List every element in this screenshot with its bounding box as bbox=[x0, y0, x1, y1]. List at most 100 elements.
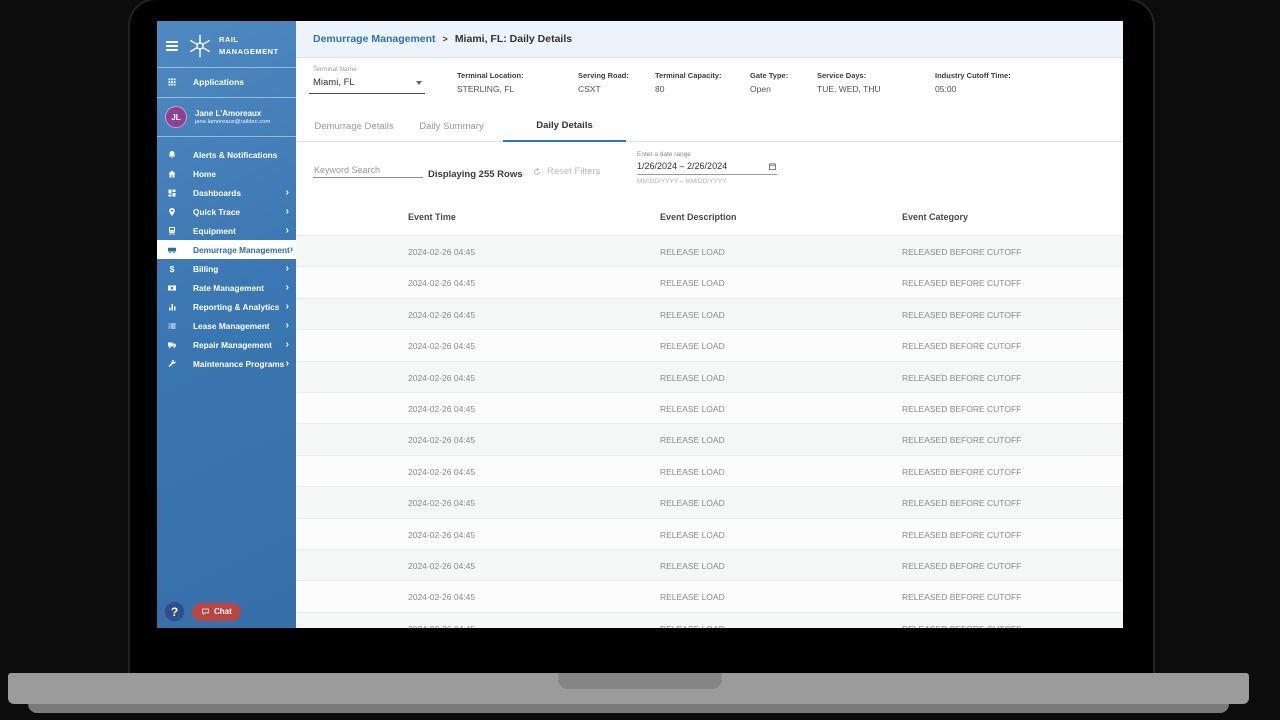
sidebar-item[interactable]: Alerts & Notifications › bbox=[157, 145, 296, 164]
sidebar-item[interactable]: Lease Management › bbox=[157, 316, 296, 335]
column-header-event-category: Event Category bbox=[902, 212, 969, 222]
table-row[interactable]: 2024-02-26 04:45 RELEASE LOAD RELEASED B… bbox=[296, 611, 1123, 628]
table-row[interactable]: 2024-02-26 04:45 RELEASE LOAD RELEASED B… bbox=[296, 548, 1123, 581]
event-category-cell: RELEASED BEFORE CUTOFF bbox=[902, 435, 1022, 446]
sidebar-item[interactable]: Maintenance Programs › bbox=[157, 354, 296, 373]
event-description-cell: RELEASE LOAD bbox=[660, 403, 725, 414]
sidebar-item-label: Reporting & Analytics bbox=[193, 301, 280, 312]
table-row[interactable]: 2024-02-26 04:45 RELEASE LOAD RELEASED B… bbox=[296, 517, 1123, 549]
terminal-field-label: Service Days: bbox=[817, 71, 867, 80]
user-profile[interactable]: JL Jane L'Amoreaux jane.lamoreaux@railde… bbox=[157, 98, 296, 136]
hamburger-menu-icon[interactable] bbox=[166, 39, 178, 53]
chevron-right-icon: › bbox=[285, 319, 289, 331]
breadcrumb-parent-link[interactable]: Demurrage Management bbox=[313, 33, 436, 45]
table-row[interactable]: 2024-02-26 04:45 RELEASE LOAD RELEASED B… bbox=[296, 423, 1123, 455]
sidebar-item[interactable]: Quick Trace › bbox=[157, 202, 296, 221]
event-description-cell: RELEASE LOAD bbox=[660, 309, 725, 320]
calendar-icon[interactable] bbox=[768, 162, 777, 171]
event-category-cell: RELEASED BEFORE CUTOFF bbox=[902, 498, 1022, 509]
table-row[interactable]: 2024-02-26 04:45 RELEASE LOAD RELEASED B… bbox=[296, 486, 1123, 518]
sidebar-item-applications[interactable]: Applications bbox=[157, 68, 296, 97]
terminal-name-value: Miami, FL bbox=[313, 77, 355, 88]
event-description-cell: RELEASE LOAD bbox=[660, 247, 725, 257]
dropdown-caret-icon bbox=[416, 80, 422, 85]
event-description-cell: RELEASE LOAD bbox=[660, 372, 725, 383]
chat-button[interactable]: Chat bbox=[192, 602, 241, 621]
list-icon bbox=[167, 321, 177, 331]
tab-label: Daily Summary bbox=[419, 120, 484, 132]
wrench-icon bbox=[167, 359, 177, 369]
banknote-icon bbox=[167, 283, 177, 293]
column-header-event-time: Event Time bbox=[408, 212, 456, 222]
sidebar-item[interactable]: Repair Management › bbox=[157, 335, 296, 354]
date-range-field: Enter a date range 1/26/2024 – 2/26/2024… bbox=[637, 151, 777, 185]
table-row[interactable]: 2024-02-26 04:45 RELEASE LOAD RELEASED B… bbox=[296, 454, 1123, 487]
help-button[interactable]: ? bbox=[164, 601, 185, 622]
event-category-cell: RELEASED BEFORE CUTOFF bbox=[902, 278, 1022, 289]
terminal-name-select[interactable]: Terminal Name Miami, FL bbox=[309, 66, 425, 94]
sidebar-item-label: Demurrage Management bbox=[193, 244, 290, 255]
truck-icon bbox=[167, 340, 177, 350]
reset-filters-label: Reset Filters bbox=[547, 166, 601, 177]
table-row[interactable]: 2024-02-26 04:45 RELEASE LOAD RELEASED B… bbox=[296, 391, 1123, 424]
table-row[interactable]: 2024-02-26 04:45 RELEASE LOAD RELEASED B… bbox=[296, 580, 1123, 612]
terminal-field-value: TUE, WED, THU bbox=[817, 84, 881, 94]
user-email: jane.lamoreaux@raildec.com bbox=[195, 119, 271, 126]
event-description-cell: RELEASE LOAD bbox=[660, 466, 725, 477]
table-row[interactable]: 2024-02-26 04:45 RELEASE LOAD RELEASED B… bbox=[296, 329, 1123, 361]
tab[interactable]: Demurrage Details bbox=[304, 110, 404, 142]
event-category-cell: RELEASED BEFORE CUTOFF bbox=[902, 529, 1022, 540]
terminal-info-bar: Terminal Name Miami, FL Terminal Locatio… bbox=[296, 58, 1123, 110]
date-range-label: Enter a date range bbox=[637, 151, 691, 158]
sidebar-item[interactable]: $ Billing › bbox=[157, 259, 296, 278]
sidebar-item[interactable]: Home › bbox=[157, 164, 296, 183]
chevron-right-icon: › bbox=[285, 224, 289, 236]
chevron-right-icon: › bbox=[285, 262, 289, 274]
table-row[interactable]: 2024-02-26 04:45 RELEASE LOAD RELEASED B… bbox=[296, 360, 1123, 392]
terminal-field: Industry Cutoff Time: 05:00 bbox=[935, 71, 1011, 94]
sidebar-item[interactable]: Equipment › bbox=[157, 221, 296, 240]
event-time-cell: 2024-02-26 04:45 bbox=[408, 498, 476, 509]
table-row[interactable]: 2024-02-26 04:45 RELEASE LOAD RELEASED B… bbox=[296, 235, 1123, 267]
event-description-cell: RELEASE LOAD bbox=[660, 624, 725, 628]
terminal-field: Terminal Location: STERLING, FL bbox=[457, 71, 524, 94]
event-time-cell: 2024-02-26 04:45 bbox=[408, 624, 475, 628]
terminal-field-label: Terminal Capacity: bbox=[655, 71, 722, 80]
terminal-field-value: 80 bbox=[655, 84, 665, 94]
chevron-right-icon: › bbox=[285, 186, 289, 198]
sidebar-item-label: Equipment bbox=[193, 225, 236, 236]
event-description-cell: RELEASE LOAD bbox=[660, 560, 725, 571]
keyword-search-input[interactable] bbox=[313, 163, 423, 178]
tab-label: Demurrage Details bbox=[314, 120, 394, 132]
tab[interactable]: Daily Details bbox=[503, 110, 626, 142]
sidebar-item[interactable]: Reporting & Analytics › bbox=[157, 297, 296, 316]
sidebar-item[interactable]: Demurrage Management › bbox=[157, 240, 296, 259]
date-range-value[interactable]: 1/26/2024 – 2/26/2024 bbox=[637, 161, 727, 171]
event-description-cell: RELEASE LOAD bbox=[660, 529, 725, 540]
event-category-cell: RELEASED BEFORE CUTOFF bbox=[902, 624, 1021, 628]
tab[interactable]: Daily Summary bbox=[404, 110, 499, 142]
laptop-base-lip bbox=[28, 704, 1229, 713]
chat-label: Chat bbox=[214, 607, 232, 616]
terminal-field-value: Open bbox=[750, 84, 771, 94]
event-category-cell: RELEASED BEFORE CUTOFF bbox=[902, 560, 1022, 571]
sidebar-item[interactable]: Rate Management › bbox=[157, 278, 296, 297]
table-row[interactable]: 2024-02-26 04:45 RELEASE LOAD RELEASED B… bbox=[296, 266, 1123, 298]
sidebar-item-label: Rate Management bbox=[193, 282, 265, 293]
event-description-cell: RELEASE LOAD bbox=[660, 341, 725, 352]
main-content: Demurrage Management > Miami, FL: Daily … bbox=[296, 21, 1123, 628]
applications-label: Applications bbox=[193, 77, 245, 87]
reset-filters-button[interactable]: Reset Filters bbox=[532, 166, 600, 177]
laptop-hinge-notch bbox=[558, 673, 722, 689]
sidebar-item-label: Alerts & Notifications bbox=[193, 149, 278, 160]
event-category-cell: RELEASED BEFORE CUTOFF bbox=[902, 341, 1022, 352]
event-category-cell: RELEASED BEFORE CUTOFF bbox=[902, 372, 1022, 383]
table-row[interactable]: 2024-02-26 04:45 RELEASE LOAD RELEASED B… bbox=[296, 297, 1123, 330]
event-description-cell: RELEASE LOAD bbox=[660, 498, 725, 509]
tab-bar: Demurrage Details Daily Summary Daily De… bbox=[296, 110, 1123, 142]
railcar-icon bbox=[167, 245, 177, 255]
sidebar-item[interactable]: Dashboards › bbox=[157, 183, 296, 202]
sidebar-item-label: Repair Management bbox=[193, 339, 272, 350]
event-category-cell: RELEASED BEFORE CUTOFF bbox=[902, 592, 1022, 603]
terminal-field-label: Terminal Location: bbox=[457, 71, 524, 80]
